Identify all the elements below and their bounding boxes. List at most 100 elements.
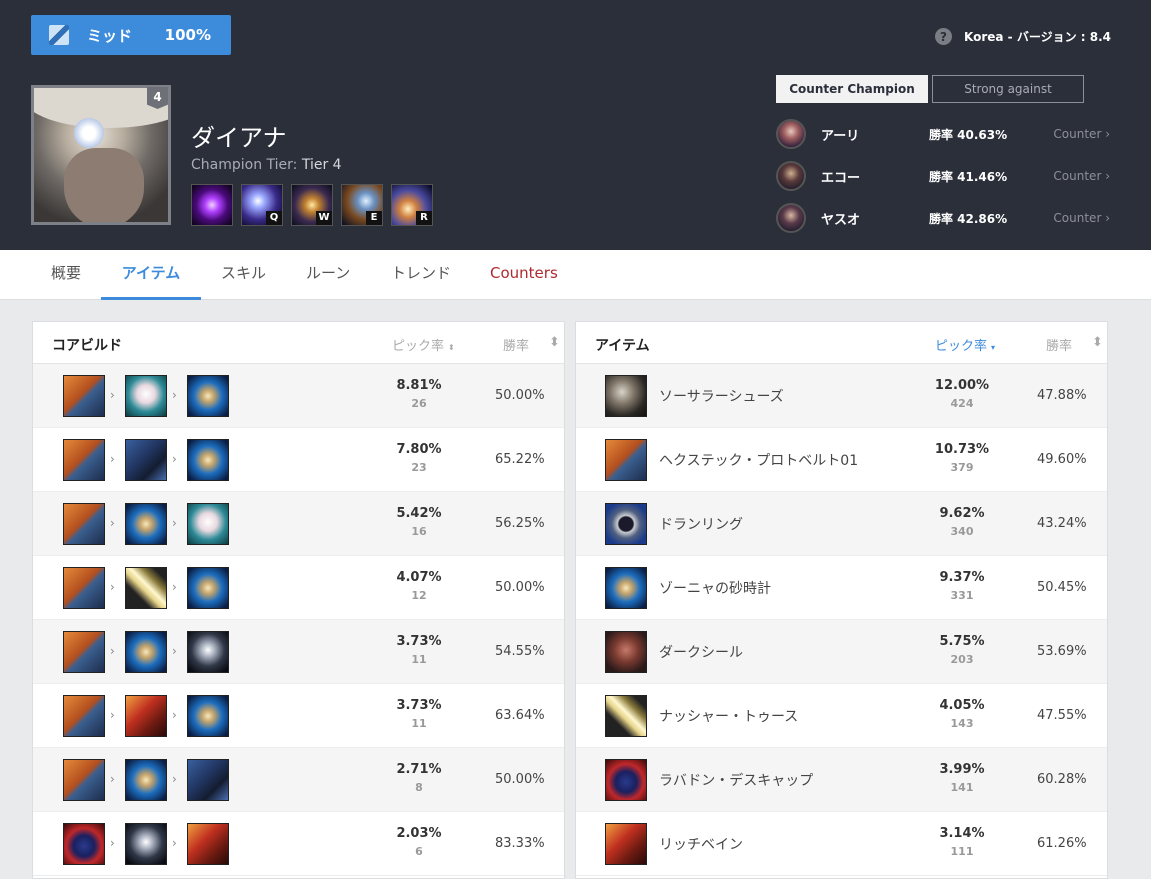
passive-icon[interactable] — [191, 184, 233, 226]
pick-count: 12 — [411, 589, 427, 602]
help-icon[interactable]: ? — [935, 28, 952, 45]
build-row[interactable]: › › 3.73% 11 63.64% — [33, 684, 564, 748]
counter-name[interactable]: ヤスオ — [821, 209, 860, 228]
tab-counters[interactable]: Counters — [490, 250, 558, 300]
counter-link[interactable]: Counter › — [1053, 127, 1110, 141]
dark-item-icon — [125, 439, 167, 481]
pick-count: 8 — [415, 781, 423, 794]
item-row[interactable]: ヘクステック・プロトベルト01 10.73% 379 49.60% — [576, 428, 1107, 492]
tab-overview[interactable]: 概要 — [51, 250, 81, 300]
chevron-right-icon: › — [172, 452, 177, 466]
sort-down-icon: ▾ — [991, 343, 996, 352]
build-row[interactable]: › › 5.42% 16 56.25% — [33, 492, 564, 556]
item-row[interactable]: ゾーニャの砂時計 9.37% 331 50.45% — [576, 556, 1107, 620]
pick-count: 11 — [411, 653, 427, 666]
win-rate: 47.55% — [1037, 708, 1087, 723]
win-rate-label: 勝率 — [1046, 339, 1073, 354]
counter-winrate: 勝率 42.86% — [929, 211, 1008, 226]
hextech-belt-icon — [63, 375, 105, 417]
pick-rate: 9.37% — [939, 570, 985, 585]
r-skill-icon[interactable]: R — [391, 184, 433, 226]
item-name: ソーサラーシューズ — [659, 389, 784, 405]
item-name: ゾーニャの砂時計 — [659, 581, 771, 597]
win-rate-header[interactable]: 勝率 — [503, 335, 529, 354]
counter-name[interactable]: エコー — [821, 167, 860, 186]
item-row[interactable]: ラバドン・デスキャップ 3.99% 141 60.28% — [576, 748, 1107, 812]
item-row[interactable]: ドランリング 9.62% 340 43.24% — [576, 492, 1107, 556]
pick-count: 424 — [950, 397, 974, 410]
core-build-panel: コアビルド ピック率 ⬍ 勝率 ⬍ › › 8.81% 26 50.00% › ›… — [32, 321, 565, 879]
pick-rate: 5.75% — [939, 634, 985, 649]
chevron-right-icon: › — [172, 516, 177, 530]
tab-counter-champion[interactable]: Counter Champion — [776, 75, 928, 103]
deathcap-icon — [63, 823, 105, 865]
pick-rate-header[interactable]: ピック率 ⬍ — [392, 335, 455, 354]
champion-level-badge: 4 — [147, 87, 168, 109]
win-rate-header[interactable]: 勝率 — [1046, 335, 1072, 354]
tab-items[interactable]: アイテム — [101, 250, 201, 300]
mask-icon — [187, 503, 229, 545]
tab-skills[interactable]: スキル — [221, 250, 266, 300]
counter-winrate: 勝率 41.46% — [929, 169, 1008, 184]
hextech-belt-icon — [63, 503, 105, 545]
counter-link[interactable]: Counter › — [1053, 211, 1110, 225]
pick-rate: 2.03% — [396, 826, 442, 841]
region-info: ? Korea - バージョン : 8.4 — [935, 28, 1111, 45]
build-row[interactable]: › › 3.73% 11 54.55% — [33, 620, 564, 684]
item-row[interactable]: ダークシール 5.75% 203 53.69% — [576, 620, 1107, 684]
e-skill-icon[interactable]: E — [341, 184, 383, 226]
item-row[interactable]: ナッシャー・トゥース 4.05% 143 47.55% — [576, 684, 1107, 748]
item-row[interactable]: リッチベイン 3.14% 111 61.26% — [576, 812, 1107, 876]
pick-rate: 5.42% — [396, 506, 442, 521]
sort-icon[interactable]: ⬍ — [549, 335, 560, 350]
build-row[interactable]: › › 2.03% 6 83.33% — [33, 812, 564, 876]
hextech-belt-icon — [63, 567, 105, 609]
counter-link[interactable]: Counter › — [1053, 169, 1110, 183]
counter-row: ヤスオ 勝率 42.86% Counter › — [776, 202, 1110, 234]
position-name: ミッド — [87, 26, 133, 45]
core-build-header: コアビルド ピック率 ⬍ 勝率 ⬍ — [33, 322, 564, 364]
mask-icon — [125, 375, 167, 417]
pick-rate-label: ピック率 — [935, 339, 988, 354]
counter-name[interactable]: アーリ — [821, 125, 859, 144]
tab-trends[interactable]: トレンド — [391, 250, 451, 300]
pick-count: 331 — [950, 589, 974, 602]
q-skill-icon[interactable]: Q — [241, 184, 283, 226]
hourglass-icon — [187, 375, 229, 417]
sort-icon[interactable]: ⬍ — [1092, 335, 1103, 350]
build-row[interactable]: › › 8.81% 26 50.00% — [33, 364, 564, 428]
build-row[interactable]: › › 7.80% 23 65.22% — [33, 428, 564, 492]
win-rate: 60.28% — [1037, 772, 1087, 787]
pick-rate-header[interactable]: ピック率 ▾ — [935, 335, 995, 354]
build-row[interactable]: › › 2.71% 8 50.00% — [33, 748, 564, 812]
item-name: ナッシャー・トゥース — [659, 709, 799, 725]
win-rate: 50.00% — [495, 772, 545, 787]
champion-avatar[interactable] — [776, 161, 806, 191]
pick-rate-label: ピック率 — [392, 339, 445, 354]
tab-runes[interactable]: ルーン — [306, 250, 350, 300]
position-rate: 100% — [164, 26, 211, 44]
champion-avatar[interactable] — [776, 203, 806, 233]
chevron-right-icon: › — [110, 516, 115, 530]
section-nav: 概要 アイテム スキル ルーン トレンド Counters — [0, 250, 1151, 300]
tab-strong-against[interactable]: Strong against — [932, 75, 1084, 103]
pick-count: 111 — [950, 845, 974, 858]
w-skill-icon[interactable]: W — [291, 184, 333, 226]
item-row[interactable]: ソーサラーシューズ 12.00% 424 47.88% — [576, 364, 1107, 428]
position-button[interactable]: ミッド 100% — [31, 15, 231, 55]
hourglass-icon — [125, 631, 167, 673]
pick-rate: 4.07% — [396, 570, 442, 585]
sorcerer-shoes-icon — [605, 375, 647, 417]
champion-avatar[interactable] — [776, 119, 806, 149]
build-row[interactable]: › › 4.07% 12 50.00% — [33, 556, 564, 620]
win-rate: 43.24% — [1037, 516, 1087, 531]
pick-rate: 9.62% — [939, 506, 985, 521]
counter-row: エコー 勝率 41.46% Counter › — [776, 160, 1110, 192]
wand-icon — [187, 631, 229, 673]
win-rate: 49.60% — [1037, 452, 1087, 467]
pick-rate: 3.99% — [939, 762, 985, 777]
dorans-ring-icon — [605, 503, 647, 545]
nashors-tooth-icon — [605, 695, 647, 737]
hextech-belt-icon — [63, 695, 105, 737]
win-rate: 50.00% — [495, 580, 545, 595]
